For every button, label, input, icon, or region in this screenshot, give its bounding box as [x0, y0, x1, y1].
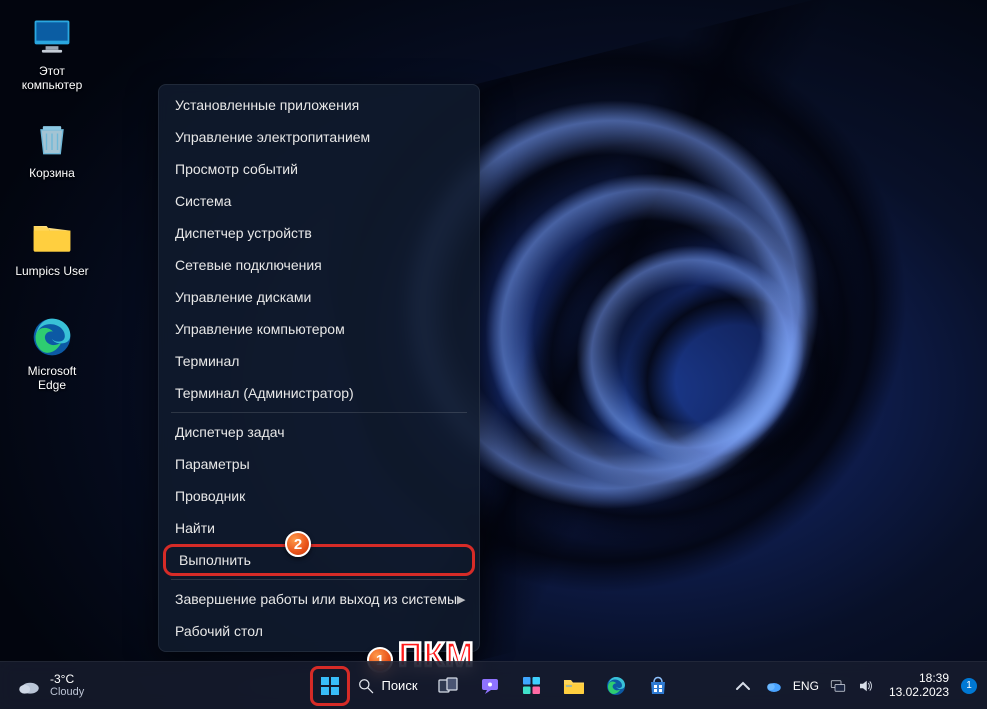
- ctx-item-installed-apps[interactable]: Установленные приложения: [159, 89, 479, 121]
- onedrive-icon: [765, 677, 783, 695]
- ctx-item-settings[interactable]: Параметры: [159, 448, 479, 480]
- ctx-item-power-management[interactable]: Управление электропитанием: [159, 121, 479, 153]
- taskbar-search[interactable]: Поиск: [351, 666, 425, 706]
- recycle-bin-icon: [29, 116, 75, 162]
- ctx-separator: [171, 412, 467, 413]
- ctx-item-task-manager[interactable]: Диспетчер задач: [159, 416, 479, 448]
- file-explorer-icon: [562, 674, 586, 698]
- chevron-right-icon: ▶: [457, 593, 465, 606]
- taskbar-edge[interactable]: [596, 666, 636, 706]
- desktop-icon-edge[interactable]: Microsoft Edge: [10, 314, 94, 393]
- taskbar-weather-widget[interactable]: -3°C Cloudy: [10, 673, 90, 699]
- task-view-icon: [436, 674, 460, 698]
- tray-overflow[interactable]: [729, 666, 757, 706]
- taskbar: -3°C Cloudy Поиск: [0, 661, 987, 709]
- taskbar-widgets[interactable]: [512, 666, 552, 706]
- store-icon: [646, 674, 670, 698]
- edge-icon: [29, 314, 75, 360]
- ctx-item-explorer[interactable]: Проводник: [159, 480, 479, 512]
- desktop-icon-label: Корзина: [29, 166, 75, 180]
- widgets-icon: [520, 674, 544, 698]
- ctx-item-computer-management[interactable]: Управление компьютером: [159, 313, 479, 345]
- folder-icon: [29, 214, 75, 260]
- taskbar-chat[interactable]: [470, 666, 510, 706]
- ctx-item-disk-management[interactable]: Управление дисками: [159, 281, 479, 313]
- search-label: Поиск: [381, 678, 417, 693]
- network-icon: [829, 677, 847, 695]
- ctx-item-terminal[interactable]: Терминал: [159, 345, 479, 377]
- ctx-item-event-viewer[interactable]: Просмотр событий: [159, 153, 479, 185]
- edge-icon: [604, 674, 628, 698]
- chevron-up-icon: [731, 674, 755, 698]
- ctx-item-shutdown-signout[interactable]: Завершение работы или выход из системы ▶: [159, 583, 479, 615]
- ctx-item-device-manager[interactable]: Диспетчер устройств: [159, 217, 479, 249]
- weather-cloud-icon: [16, 673, 42, 699]
- desktop-icon-recycle-bin[interactable]: Корзина: [10, 116, 94, 180]
- desktop-icon-label: Lumpics User: [15, 264, 88, 278]
- ctx-item-run[interactable]: Выполнить: [163, 544, 475, 576]
- notification-badge[interactable]: 1: [961, 678, 977, 694]
- desktop-icon-label: Microsoft Edge: [28, 364, 77, 393]
- monitor-icon: [29, 14, 75, 60]
- ctx-item-terminal-admin[interactable]: Терминал (Администратор): [159, 377, 479, 409]
- taskbar-store[interactable]: [638, 666, 678, 706]
- desktop-icon-user-folder[interactable]: Lumpics User: [10, 214, 94, 278]
- taskbar-file-explorer[interactable]: [554, 666, 594, 706]
- ctx-item-network-connections[interactable]: Сетевые подключения: [159, 249, 479, 281]
- weather-text: -3°C Cloudy: [50, 673, 84, 698]
- desktop-icon-label: Этот компьютер: [22, 64, 83, 93]
- system-tray[interactable]: ENG: [761, 677, 879, 695]
- volume-icon: [857, 677, 875, 695]
- tray-language[interactable]: ENG: [793, 679, 819, 693]
- desktop-icon-this-pc[interactable]: Этот компьютер: [10, 14, 94, 93]
- ctx-item-search[interactable]: Найти: [159, 512, 479, 544]
- ctx-item-system[interactable]: Система: [159, 185, 479, 217]
- start-context-menu: Установленные приложения Управление элек…: [158, 84, 480, 652]
- chat-icon: [478, 674, 502, 698]
- windows-start-icon: [317, 674, 341, 698]
- ctx-separator: [171, 579, 467, 580]
- taskbar-task-view[interactable]: [428, 666, 468, 706]
- start-button[interactable]: [309, 666, 349, 706]
- annotation-badge-2: 2: [285, 531, 311, 557]
- search-icon: [355, 676, 375, 696]
- taskbar-clock[interactable]: 18:39 13.02.2023: [883, 672, 955, 700]
